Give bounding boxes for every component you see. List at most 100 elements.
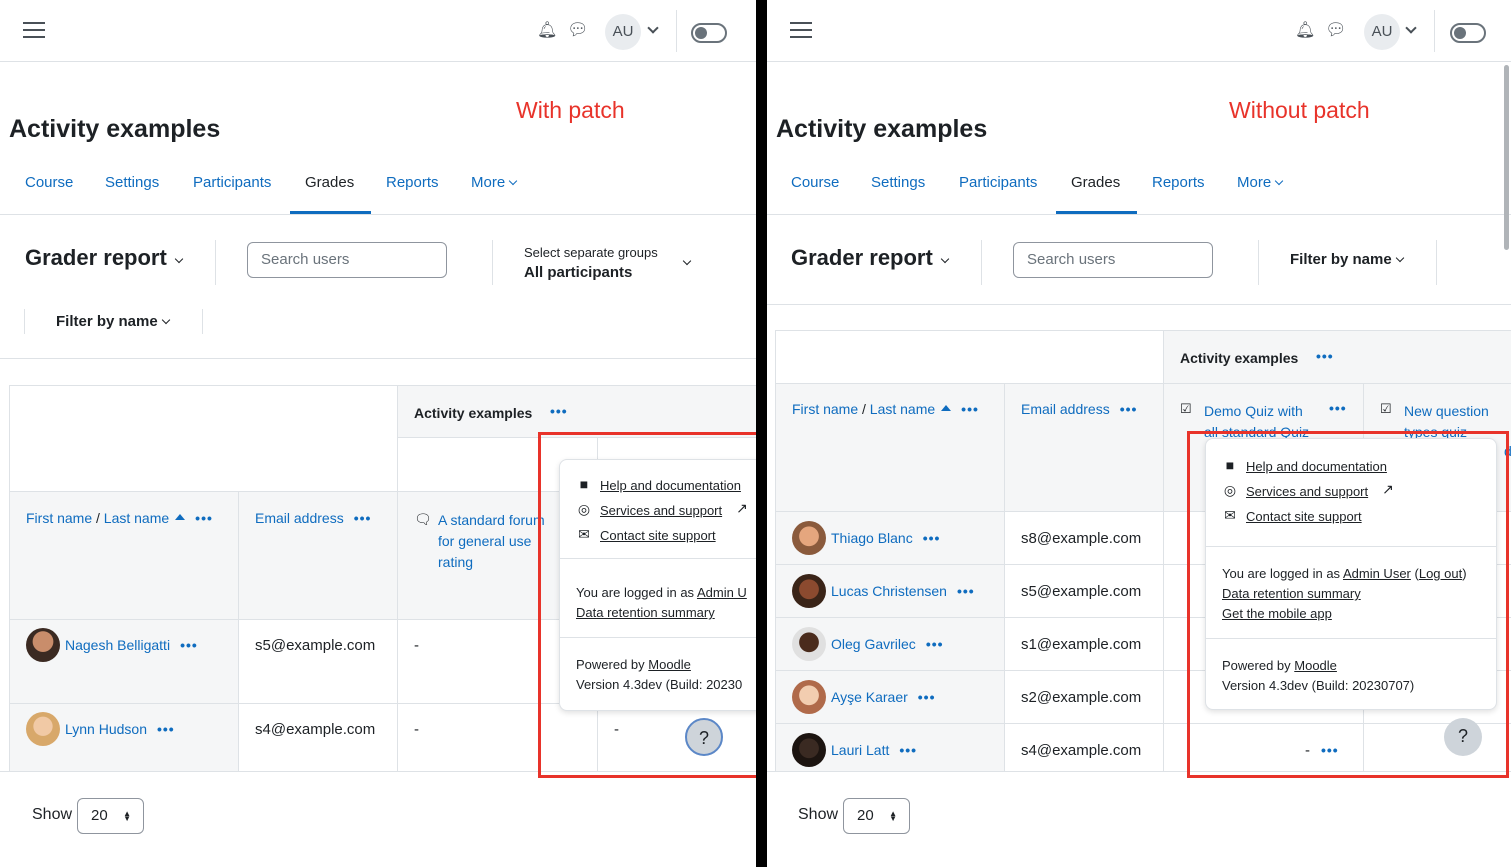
student-name[interactable]: Lauri Latt ••• bbox=[792, 733, 917, 767]
forum-link-line[interactable]: A standard forum bbox=[438, 510, 545, 531]
table-corner bbox=[10, 386, 398, 492]
student-link[interactable]: Lucas Christensen bbox=[831, 583, 947, 599]
column-menu-button[interactable]: ••• bbox=[1120, 401, 1138, 417]
grade-value: - bbox=[414, 637, 419, 654]
scrollbar[interactable] bbox=[1504, 65, 1509, 250]
student-name[interactable]: Lynn Hudson ••• bbox=[26, 712, 175, 746]
student-link[interactable]: Lauri Latt bbox=[831, 742, 889, 758]
groups-selector[interactable]: All participants bbox=[524, 264, 632, 281]
report-selector[interactable]: Grader report bbox=[25, 245, 167, 271]
sort-email[interactable]: Email address bbox=[1021, 401, 1110, 417]
student-link[interactable]: Lynn Hudson bbox=[65, 721, 147, 737]
filter-by-name[interactable]: Filter by name bbox=[1290, 251, 1404, 268]
student-name[interactable]: Nagesh Belligatti ••• bbox=[26, 628, 198, 662]
column-menu-button[interactable]: ••• bbox=[961, 401, 979, 417]
row-menu-button[interactable]: ••• bbox=[157, 721, 175, 737]
forum-link-line[interactable]: for general use bbox=[438, 531, 545, 552]
row-menu-button[interactable]: ••• bbox=[180, 637, 198, 653]
annotation-label: With patch bbox=[516, 97, 625, 123]
select-arrows-icon: ▲ ▼ bbox=[889, 809, 897, 823]
sort-last-name[interactable]: Last name bbox=[870, 401, 935, 417]
search-users-input[interactable]: Search users bbox=[247, 242, 447, 278]
tab-more[interactable]: More bbox=[471, 174, 518, 191]
chevron-down-icon[interactable] bbox=[174, 254, 184, 264]
filter-by-name[interactable]: Filter by name bbox=[56, 313, 170, 330]
report-selector[interactable]: Grader report bbox=[791, 245, 933, 271]
perpage-select[interactable]: 20 ▲ ▼ bbox=[843, 798, 910, 834]
bell-icon[interactable]: 🔔︎ bbox=[1295, 22, 1315, 40]
divider bbox=[676, 10, 677, 52]
chat-icon[interactable]: 💬︎ bbox=[567, 21, 589, 39]
chevron-down-icon[interactable] bbox=[647, 22, 659, 34]
tab-more[interactable]: More bbox=[1237, 174, 1284, 191]
menu-icon[interactable] bbox=[23, 22, 45, 40]
tab-reports[interactable]: Reports bbox=[1152, 174, 1205, 191]
chevron-down-icon[interactable] bbox=[682, 256, 692, 266]
row-menu-button[interactable]: ••• bbox=[957, 583, 975, 599]
tab-course[interactable]: Course bbox=[25, 174, 73, 191]
sort-first-name[interactable]: First name bbox=[26, 510, 92, 526]
search-users-input[interactable]: Search users bbox=[1013, 242, 1213, 278]
column-menu-button[interactable]: ••• bbox=[1329, 400, 1347, 416]
row-menu-button[interactable]: ••• bbox=[926, 636, 944, 652]
student-name[interactable]: Thiago Blanc ••• bbox=[792, 521, 940, 555]
user-avatar[interactable]: AU bbox=[1364, 14, 1400, 50]
sort-last-name[interactable]: Last name bbox=[104, 510, 169, 526]
tab-settings[interactable]: Settings bbox=[871, 174, 925, 191]
sort-first-name[interactable]: First name bbox=[792, 401, 858, 417]
chevron-down-icon[interactable] bbox=[1405, 22, 1417, 34]
student-link[interactable]: Nagesh Belligatti bbox=[65, 637, 170, 653]
student-link[interactable]: Ayşe Karaer bbox=[831, 689, 908, 705]
quiz-link-line[interactable]: New question bbox=[1404, 401, 1489, 422]
email-column-header: Email address ••• bbox=[239, 492, 398, 620]
edit-mode-toggle[interactable] bbox=[1450, 23, 1486, 43]
column-menu-button[interactable]: ••• bbox=[354, 510, 372, 526]
menu-icon[interactable] bbox=[790, 22, 812, 40]
row-menu-button[interactable]: ••• bbox=[899, 742, 917, 758]
user-avatar[interactable]: AU bbox=[605, 14, 641, 50]
name-column-header: First name / Last name ••• bbox=[10, 492, 239, 620]
email-value: s5@example.com bbox=[255, 637, 376, 654]
tab-course[interactable]: Course bbox=[791, 174, 839, 191]
quiz-link-line[interactable]: Demo Quiz with bbox=[1204, 401, 1309, 422]
chat-icon[interactable]: 💬︎ bbox=[1325, 21, 1347, 39]
chevron-down-icon bbox=[508, 176, 518, 186]
tab-reports[interactable]: Reports bbox=[386, 174, 439, 191]
column-menu-button[interactable]: ••• bbox=[195, 510, 213, 526]
tab-participants[interactable]: Participants bbox=[959, 174, 1037, 191]
email-value: s8@example.com bbox=[1021, 530, 1142, 547]
avatar bbox=[792, 680, 826, 714]
student-name[interactable]: Oleg Gavrilec ••• bbox=[792, 627, 944, 661]
tab-grades[interactable]: Grades bbox=[1071, 174, 1120, 191]
tab-settings[interactable]: Settings bbox=[105, 174, 159, 191]
divider bbox=[492, 240, 493, 285]
highlight-box bbox=[538, 432, 756, 778]
sort-email[interactable]: Email address bbox=[255, 510, 344, 526]
email-value: s2@example.com bbox=[1021, 689, 1142, 706]
tab-grades[interactable]: Grades bbox=[305, 174, 354, 191]
row-menu-button[interactable]: ••• bbox=[923, 530, 941, 546]
chevron-down-icon[interactable] bbox=[940, 254, 950, 264]
avatar bbox=[792, 627, 826, 661]
divider bbox=[202, 309, 203, 334]
row-menu-button[interactable]: ••• bbox=[918, 689, 936, 705]
chevron-down-icon bbox=[1274, 176, 1284, 186]
category-menu-button[interactable]: ••• bbox=[1316, 348, 1334, 364]
navbar: 🔔︎ 💬︎ AU bbox=[767, 0, 1511, 62]
student-link[interactable]: Thiago Blanc bbox=[831, 530, 913, 546]
divider bbox=[1434, 10, 1435, 52]
student-name[interactable]: Ayşe Karaer ••• bbox=[792, 680, 936, 714]
tab-participants[interactable]: Participants bbox=[193, 174, 271, 191]
forum-link-line[interactable]: rating bbox=[438, 552, 545, 573]
divider bbox=[1258, 240, 1259, 285]
student-link[interactable]: Oleg Gavrilec bbox=[831, 636, 916, 652]
edit-mode-toggle[interactable] bbox=[691, 23, 727, 43]
perpage-select[interactable]: 20 ▲ ▼ bbox=[77, 798, 144, 834]
tab-more-label: More bbox=[471, 174, 506, 191]
student-name[interactable]: Lucas Christensen ••• bbox=[792, 574, 975, 608]
bell-icon[interactable]: 🔔︎ bbox=[537, 22, 557, 40]
name-separator: / bbox=[92, 510, 104, 526]
category-menu-button[interactable]: ••• bbox=[550, 403, 568, 419]
divider bbox=[1436, 240, 1437, 285]
avatar bbox=[26, 712, 60, 746]
